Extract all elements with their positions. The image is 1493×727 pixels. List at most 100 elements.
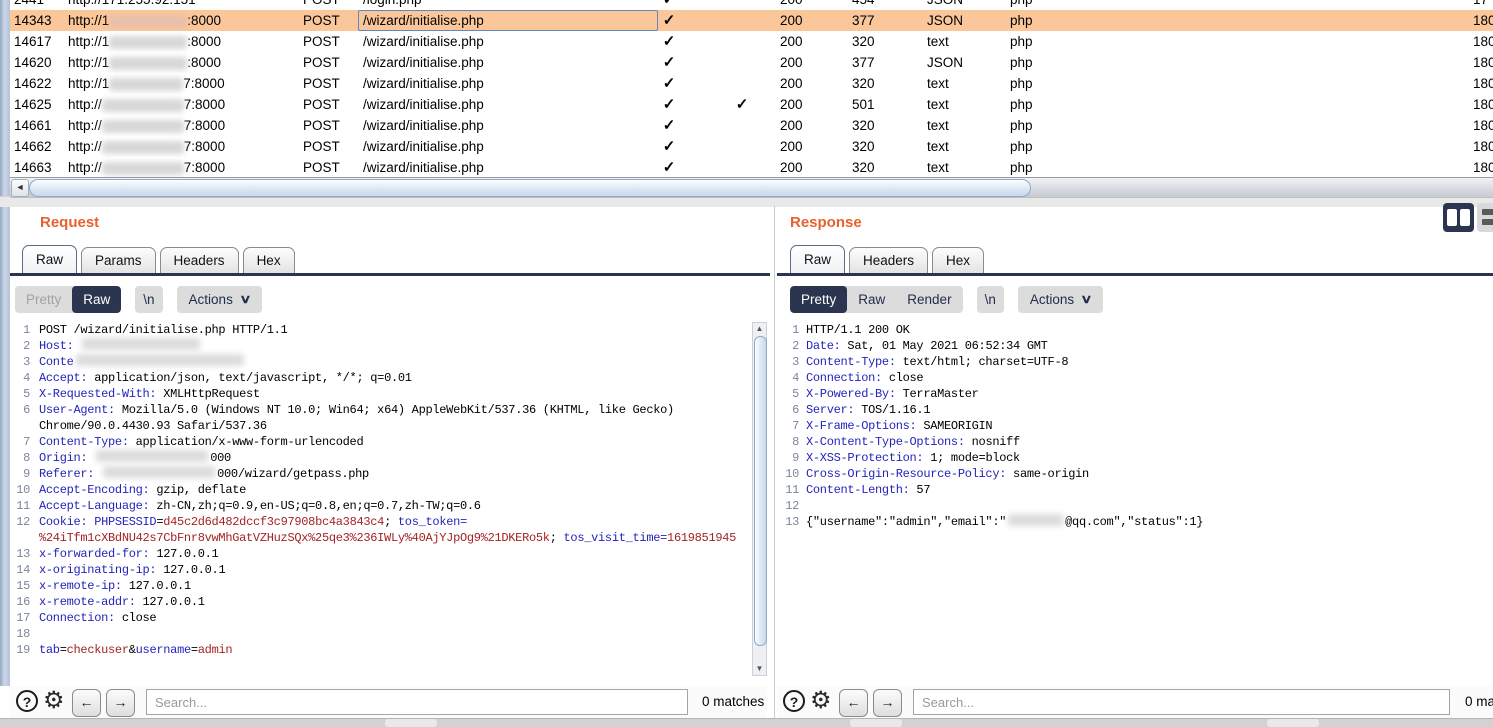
editor-line: 13{"username":"admin","email":"@qq.com",… [777, 514, 1491, 530]
response-newline-button[interactable]: \n [977, 286, 1004, 313]
search-next-button[interactable]: → [106, 689, 135, 717]
search-prev-button[interactable]: ← [72, 689, 101, 717]
editor-line: 17Connection: close [10, 610, 750, 626]
request-response-divider[interactable] [774, 206, 775, 718]
table-row[interactable]: 14662http://7:8000POST/wizard/initialise… [10, 136, 1493, 157]
line-number: 3 [777, 354, 806, 370]
request-search-input[interactable] [146, 689, 688, 715]
http-history-table[interactable]: 2441http://171.255.92.151POST/login.php✓… [10, 0, 1493, 177]
host-prefix: http://1 [68, 13, 109, 28]
col-extension: php [1010, 0, 1060, 10]
col-request-id: 14663 [14, 157, 66, 177]
splitter-handle[interactable] [1267, 719, 1319, 727]
col-mime-type: text [927, 157, 987, 177]
splitter-handle[interactable] [850, 719, 902, 727]
search-next-button[interactable]: → [873, 689, 902, 717]
scroll-up-icon[interactable]: ▲ [754, 323, 765, 335]
search-prev-button[interactable]: ← [839, 689, 868, 717]
host-port: :8000 [187, 34, 221, 49]
response-search-input[interactable] [913, 689, 1450, 715]
table-row[interactable]: 14617http://1:8000POST/wizard/initialise… [10, 31, 1493, 52]
text-segment: checkuser [67, 642, 129, 658]
text-segment: User-Agent: [39, 402, 115, 418]
text-segment: Sat, 01 May 2021 06:52:34 GMT [841, 338, 1048, 354]
scroll-left-button[interactable]: ◄ [11, 179, 29, 197]
request-tab-params[interactable]: Params [81, 247, 156, 273]
params-check-icon: ✓ [663, 54, 676, 71]
col-method: POST [303, 115, 363, 136]
host-port: 7:8000 [184, 97, 225, 112]
col-length: 320 [852, 115, 902, 136]
response-mode-raw[interactable]: Raw [847, 286, 896, 313]
table-row[interactable]: 14663http://7:8000POST/wizard/initialise… [10, 157, 1493, 177]
request-tab-hex[interactable]: Hex [243, 247, 295, 273]
col-ip: 180 [1473, 115, 1493, 136]
table-row[interactable]: 2441http://171.255.92.151POST/login.php✓… [10, 0, 1493, 10]
table-row[interactable]: 14343http://1:8000POST/wizard/initialise… [10, 10, 1493, 31]
help-icon[interactable]: ? [783, 690, 805, 712]
response-mode-pretty[interactable]: Pretty [790, 286, 847, 313]
gear-icon[interactable]: ⚙ [43, 686, 65, 716]
col-length: 320 [852, 136, 902, 157]
text-segment: & [129, 642, 136, 658]
line-number: 10 [10, 482, 39, 498]
col-request-id: 14343 [14, 10, 66, 31]
gear-icon[interactable]: ⚙ [810, 686, 832, 716]
response-search-matches: 0 matches [1465, 694, 1493, 709]
response-mode-render[interactable]: Render [896, 286, 962, 313]
col-host: http://7:8000 [68, 94, 298, 115]
request-newline-button[interactable]: \n [135, 286, 162, 313]
table-row[interactable]: 14625http://7:8000POST/wizard/initialise… [10, 94, 1493, 115]
text-segment: Host: [39, 338, 74, 354]
redacted-host-blur [102, 99, 184, 112]
redacted-text-blur [96, 450, 208, 462]
request-tab-headers[interactable]: Headers [160, 247, 239, 273]
request-editor-scrollbar[interactable]: ▲ ▼ [752, 322, 767, 676]
col-host: http://1:8000 [68, 10, 298, 31]
editor-line: 1POST /wizard/initialise.php HTTP/1.1 [10, 322, 750, 338]
col-method: POST [303, 94, 363, 115]
text-segment [74, 338, 81, 354]
scroll-down-icon[interactable]: ▼ [754, 663, 765, 675]
col-params: ✓ [655, 10, 683, 31]
response-actions-button[interactable]: Actions ∨ [1018, 286, 1103, 313]
line-number: 1 [10, 322, 39, 338]
col-request-id: 14662 [14, 136, 66, 157]
col-method: POST [303, 10, 363, 31]
help-icon[interactable]: ? [16, 690, 38, 712]
layout-columns-button[interactable] [1443, 203, 1474, 232]
col-params: ✓ [655, 31, 683, 52]
response-editor[interactable]: 1HTTP/1.1 200 OK2Date: Sat, 01 May 2021 … [777, 322, 1491, 530]
response-tab-hex[interactable]: Hex [932, 247, 984, 273]
horizontal-scrollbar-thumb[interactable] [29, 179, 1031, 197]
editor-line: 18 [10, 626, 750, 642]
editor-line: 14x-originating-ip: 127.0.0.1 [10, 562, 750, 578]
col-extension: php [1010, 10, 1060, 31]
layout-rows-button[interactable] [1477, 203, 1493, 232]
request-scrollbar-thumb[interactable] [754, 336, 767, 646]
col-params: ✓ [655, 157, 683, 177]
table-row[interactable]: 14620http://1:8000POST/wizard/initialise… [10, 52, 1493, 73]
request-search-matches: 0 matches [702, 694, 764, 709]
splitter-handle[interactable] [385, 719, 437, 727]
response-tab-headers[interactable]: Headers [849, 247, 928, 273]
col-mime-type: text [927, 73, 987, 94]
table-row[interactable]: 14622http://17:8000POST/wizard/initialis… [10, 73, 1493, 94]
line-number: 5 [10, 386, 39, 402]
request-tab-raw[interactable]: Raw [22, 245, 77, 273]
col-url: /wizard/initialise.php [363, 136, 658, 157]
request-editor[interactable]: 1POST /wizard/initialise.php HTTP/1.12Ho… [10, 322, 750, 658]
table-row[interactable]: 14661http://7:8000POST/wizard/initialise… [10, 115, 1493, 136]
line-number [10, 418, 39, 434]
request-actions-button[interactable]: Actions ∨ [177, 286, 262, 313]
table-horizontal-scrollbar[interactable]: ◄ [10, 177, 1493, 198]
col-host: http://171.255.92.151 [68, 0, 298, 10]
text-segment: XMLHttpRequest [156, 386, 260, 402]
col-mime-type: JSON [927, 52, 987, 73]
line-number: 14 [10, 562, 39, 578]
request-mode-raw[interactable]: Raw [72, 286, 121, 313]
editor-line: 9X-XSS-Protection: 1; mode=block [777, 450, 1491, 466]
col-params: ✓ [655, 52, 683, 73]
text-segment: Accept: [39, 370, 87, 386]
response-tab-raw[interactable]: Raw [790, 245, 845, 273]
